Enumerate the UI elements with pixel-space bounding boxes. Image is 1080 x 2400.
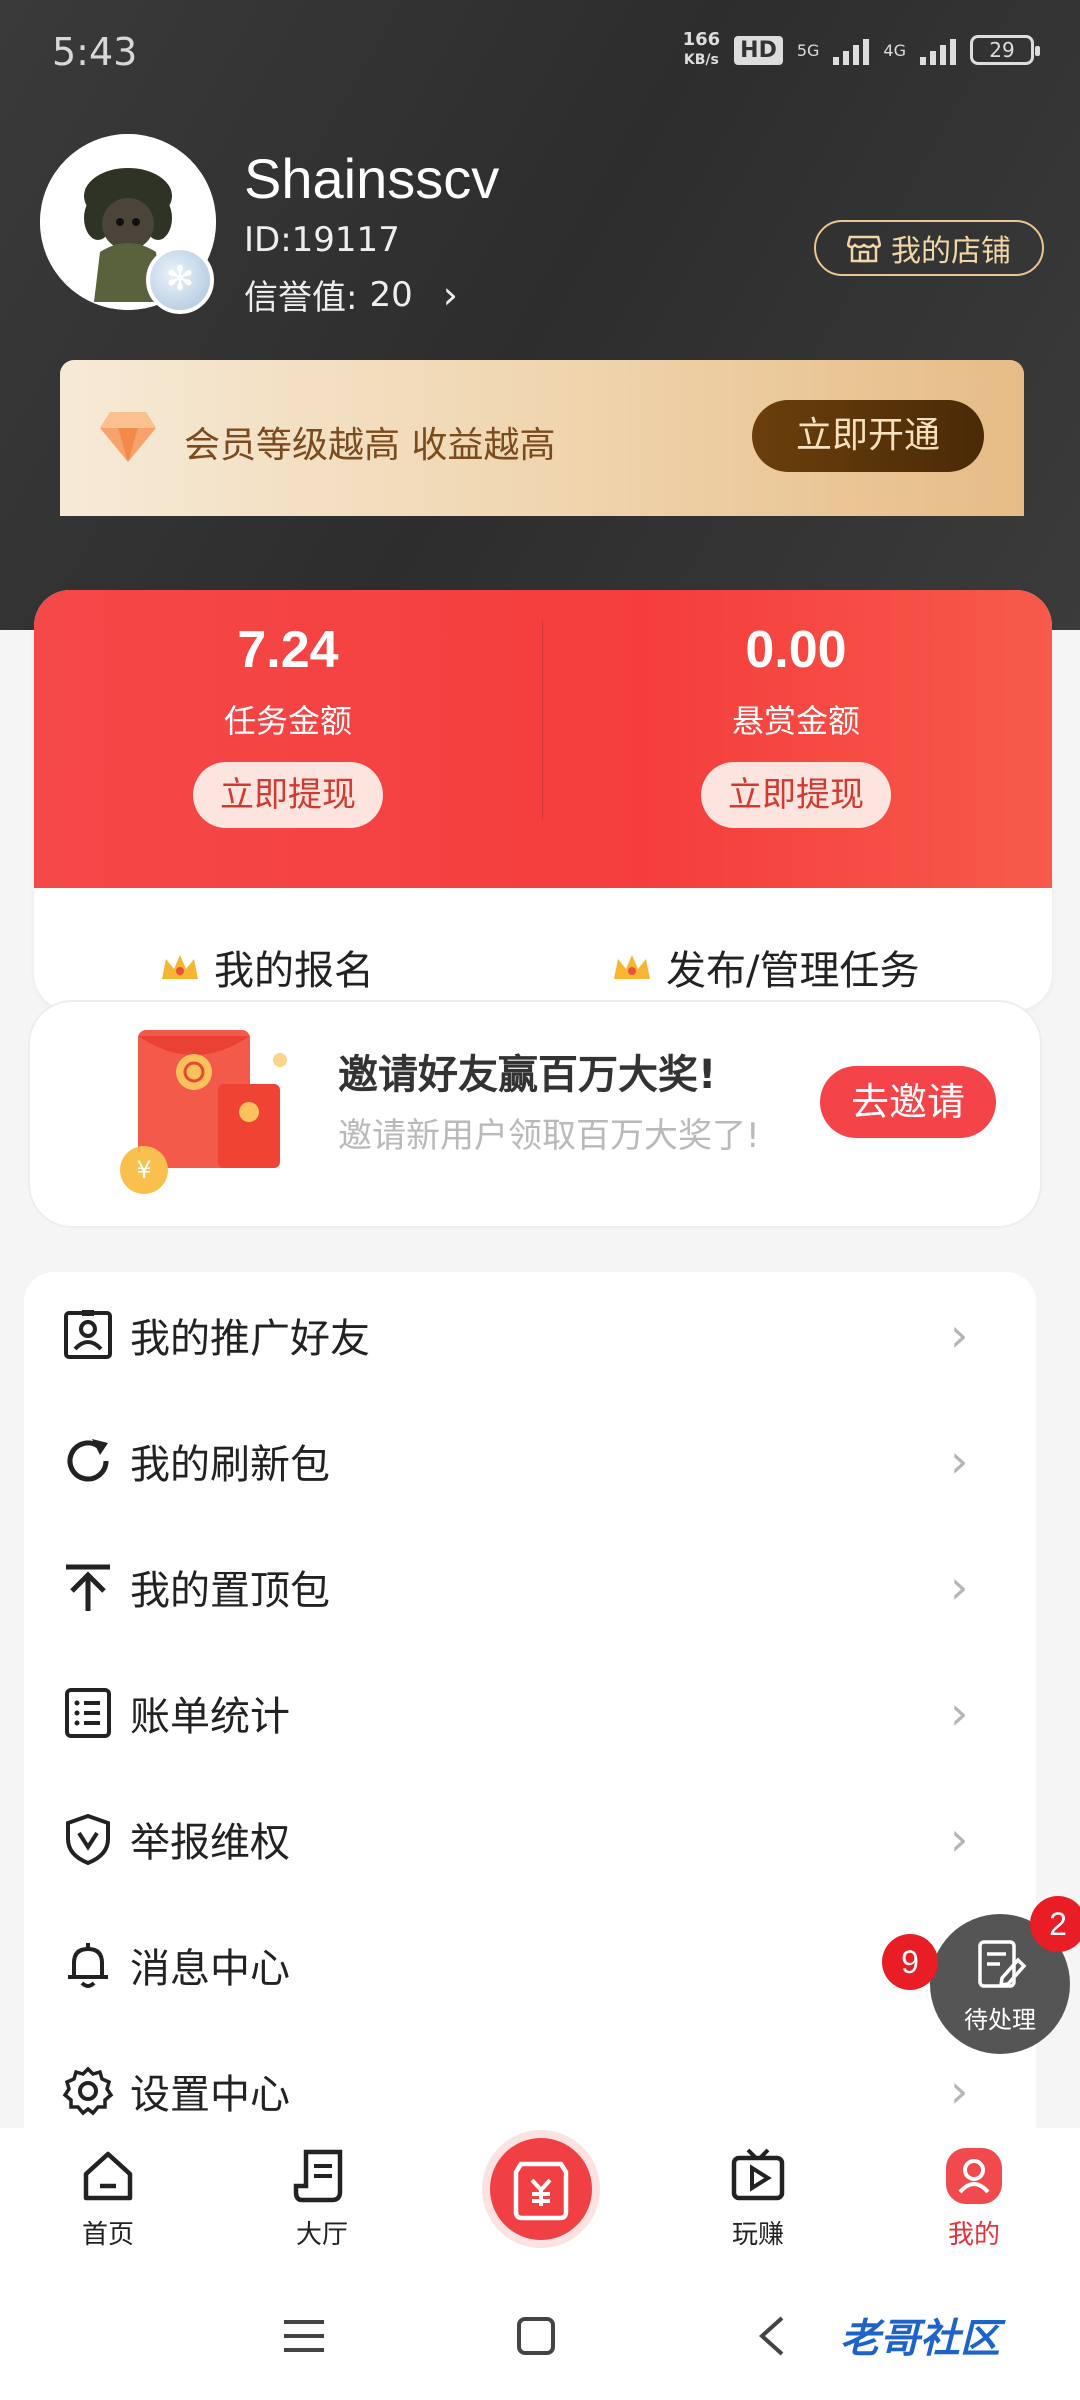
bounty-withdraw-button[interactable]: 立即提现 bbox=[701, 762, 891, 828]
chevron-right-icon: › bbox=[950, 1686, 969, 1740]
wallet-links: 我的报名 发布/管理任务 bbox=[34, 888, 1052, 1010]
nav-mine-label: 我的 bbox=[947, 2220, 1000, 2250]
nav-mine[interactable]: 我的 bbox=[904, 2146, 1044, 2251]
menu-item-pin-pack[interactable]: 我的置顶包 › bbox=[24, 1524, 1036, 1650]
shield-icon bbox=[66, 1813, 110, 1865]
username: Shainsscv bbox=[244, 147, 500, 210]
credit-label: 信誉值: bbox=[244, 278, 358, 318]
chevron-right-icon: › bbox=[950, 1560, 969, 1614]
back-icon[interactable] bbox=[756, 2314, 788, 2358]
refresh-icon bbox=[67, 1439, 109, 1482]
member-badge-icon: ✻ bbox=[146, 246, 214, 314]
nav-hall[interactable]: 大厅 bbox=[252, 2146, 392, 2251]
menu-item-label: 消息中心 bbox=[130, 1946, 290, 1992]
invite-title: 邀请好友赢百万大奖! bbox=[338, 1052, 717, 1098]
user-id: ID:19117 bbox=[244, 220, 400, 260]
wallet-card: 7.24 任务金额 立即提现 0.00 悬赏金额 立即提现 我的报名 发布/管理… bbox=[34, 590, 1052, 1010]
signal-4g-label: 4G bbox=[883, 40, 906, 60]
credit-score[interactable]: 信誉值: 20 › bbox=[244, 270, 458, 319]
pending-count-badge: 2 bbox=[1030, 1896, 1080, 1952]
menu-item-label: 我的置顶包 bbox=[130, 1568, 330, 1614]
nav-hall-label: 大厅 bbox=[295, 2220, 348, 2250]
home-square-icon[interactable] bbox=[516, 2316, 556, 2356]
crown-icon bbox=[162, 955, 198, 979]
menu-item-promoted-friends[interactable]: 我的推广好友 › bbox=[24, 1272, 1036, 1398]
invite-subtitle: 邀请新用户领取百万大奖了! bbox=[338, 1116, 760, 1156]
publish-manage-link[interactable]: 发布/管理任务 bbox=[612, 938, 919, 996]
menu-item-label: 账单统计 bbox=[130, 1694, 290, 1740]
nav-earn[interactable]: 玩赚 bbox=[688, 2146, 828, 2251]
status-bar: 5:43 166 KB/s HD 5G 4G 29 bbox=[0, 0, 1080, 100]
chevron-right-icon: › bbox=[950, 1308, 969, 1362]
vip-promo-text: 会员等级越高 收益越高 bbox=[184, 425, 556, 466]
scroll-icon bbox=[293, 2149, 343, 2203]
menu-item-report[interactable]: 举报维权 › bbox=[24, 1776, 1036, 1902]
system-navigation-bar: 老哥社区 bbox=[0, 2276, 1080, 2400]
status-icons: 166 KB/s HD 5G 4G 29 bbox=[682, 29, 1040, 70]
task-amount: 7.24 bbox=[237, 621, 339, 679]
red-envelope-icon: ¥ bbox=[120, 1030, 287, 1194]
menu-item-bill-stats[interactable]: 账单统计 › bbox=[24, 1650, 1036, 1776]
signal-icon bbox=[833, 35, 870, 65]
yuan-bag-icon bbox=[513, 2161, 569, 2221]
credit-value: 20 bbox=[369, 274, 413, 315]
edit-note-icon bbox=[978, 1940, 1027, 1988]
battery-icon: 29 bbox=[970, 35, 1040, 65]
bell-icon bbox=[68, 1943, 108, 1988]
bill-icon bbox=[65, 1688, 111, 1738]
profile-header: 5:43 166 KB/s HD 5G 4G 29 ✻ Shainsscv ID… bbox=[0, 0, 1080, 630]
bottom-navigation: 首页 大厅 玩赚 我的 bbox=[0, 2128, 1080, 2276]
menu-item-refresh-pack[interactable]: 我的刷新包 › bbox=[24, 1398, 1036, 1524]
my-signup-link[interactable]: 我的报名 bbox=[160, 938, 374, 996]
diamond-icon bbox=[100, 412, 156, 462]
store-icon bbox=[847, 235, 881, 263]
nav-home-label: 首页 bbox=[81, 2220, 134, 2250]
chevron-right-icon: › bbox=[950, 2064, 969, 2118]
tv-play-icon bbox=[731, 2148, 785, 2201]
vip-banner[interactable]: 会员等级越高 收益越高 立即开通 bbox=[60, 360, 1024, 516]
menu-item-label: 举报维权 bbox=[130, 1820, 290, 1866]
signal-icon-2 bbox=[920, 35, 956, 65]
user-icon bbox=[946, 2148, 1002, 2204]
gear-icon bbox=[62, 2066, 114, 2116]
vip-open-button[interactable]: 立即开通 bbox=[752, 400, 984, 472]
pin-top-icon bbox=[66, 1564, 110, 1611]
chevron-right-icon: › bbox=[950, 1812, 969, 1866]
task-withdraw-button[interactable]: 立即提现 bbox=[193, 762, 383, 828]
my-shop-button[interactable]: 我的店铺 bbox=[814, 220, 1044, 276]
pending-label: 待处理 bbox=[964, 2006, 1036, 2034]
menu-item-label: 我的推广好友 bbox=[130, 1316, 370, 1362]
menu-item-label: 设置中心 bbox=[130, 2072, 290, 2118]
hd-badge: HD bbox=[734, 35, 783, 65]
task-amount-label: 任务金额 bbox=[223, 702, 352, 740]
invite-button[interactable]: 去邀请 bbox=[820, 1066, 996, 1138]
wallet-balances: 7.24 任务金额 立即提现 0.00 悬赏金额 立即提现 bbox=[34, 590, 1052, 888]
nav-publish-center-button[interactable] bbox=[490, 2138, 592, 2240]
nav-earn-label: 玩赚 bbox=[731, 2220, 784, 2250]
invite-card[interactable]: ¥ 邀请好友赢百万大奖! 邀请新用户领取百万大奖了! 去邀请 bbox=[28, 1000, 1042, 1228]
menu-item-label: 我的刷新包 bbox=[130, 1442, 330, 1488]
home-icon bbox=[83, 2151, 133, 2201]
chevron-right-icon: › bbox=[442, 272, 458, 317]
menu-icon[interactable] bbox=[282, 2316, 326, 2356]
task-balance: 7.24 任务金额 立即提现 bbox=[34, 620, 542, 828]
svg-text:¥: ¥ bbox=[136, 1156, 151, 1184]
bounty-amount-label: 悬赏金额 bbox=[731, 702, 860, 740]
status-time: 5:43 bbox=[52, 30, 138, 74]
watermark-logo: 老哥社区 bbox=[840, 2316, 1000, 2362]
network-speed: 166 KB/s bbox=[682, 29, 721, 69]
bounty-amount: 0.00 bbox=[745, 621, 847, 679]
contact-icon bbox=[64, 1310, 112, 1359]
message-count-badge: 9 bbox=[882, 1934, 938, 1990]
crown-icon-2 bbox=[614, 955, 650, 979]
nav-home[interactable]: 首页 bbox=[38, 2146, 178, 2251]
chevron-right-icon: › bbox=[950, 1434, 969, 1488]
signal-5g-label: 5G bbox=[796, 40, 820, 60]
bounty-balance: 0.00 悬赏金额 立即提现 bbox=[542, 620, 1050, 828]
menu-list: 我的推广好友 › 我的刷新包 › 我的置顶包 › 账单统计 › 举报维权 › 消… bbox=[24, 1272, 1036, 2152]
